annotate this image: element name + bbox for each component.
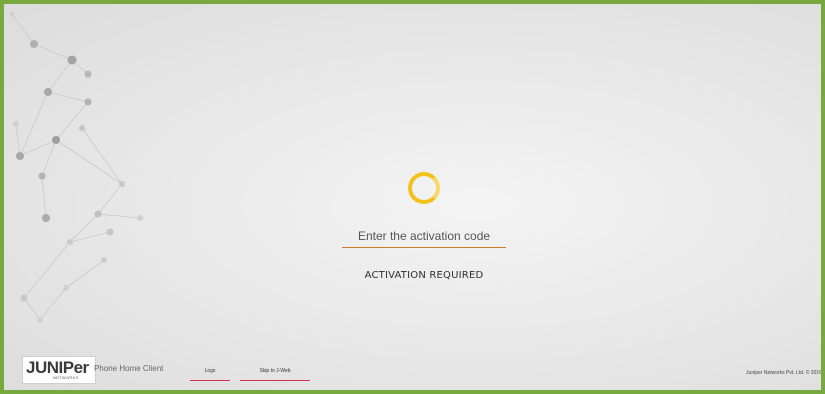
logo-subtitle: NETWORKS [53,375,79,380]
loading-spinner-icon [408,172,440,204]
juniper-logo: JUNIPer NETWORKS [22,356,96,384]
logs-link[interactable]: Logs [190,368,230,381]
page-frame: ACTIVATION REQUIRED JUNIPer NETWORKS Pho… [0,0,825,394]
footer-bar: JUNIPer NETWORKS Phone Home Client Logs … [16,356,822,386]
network-graphic [9,11,143,323]
copyright-text: Juniper Networks Pvt. Ltd. © 2016 [746,370,822,376]
activation-panel: ACTIVATION REQUIRED [334,172,514,281]
activation-status-text: ACTIVATION REQUIRED [364,270,484,281]
activation-code-input[interactable] [342,224,506,248]
skip-to-jweb-link[interactable]: Skip to J-Web [240,368,310,381]
app-name: Phone Home Client [94,364,164,373]
